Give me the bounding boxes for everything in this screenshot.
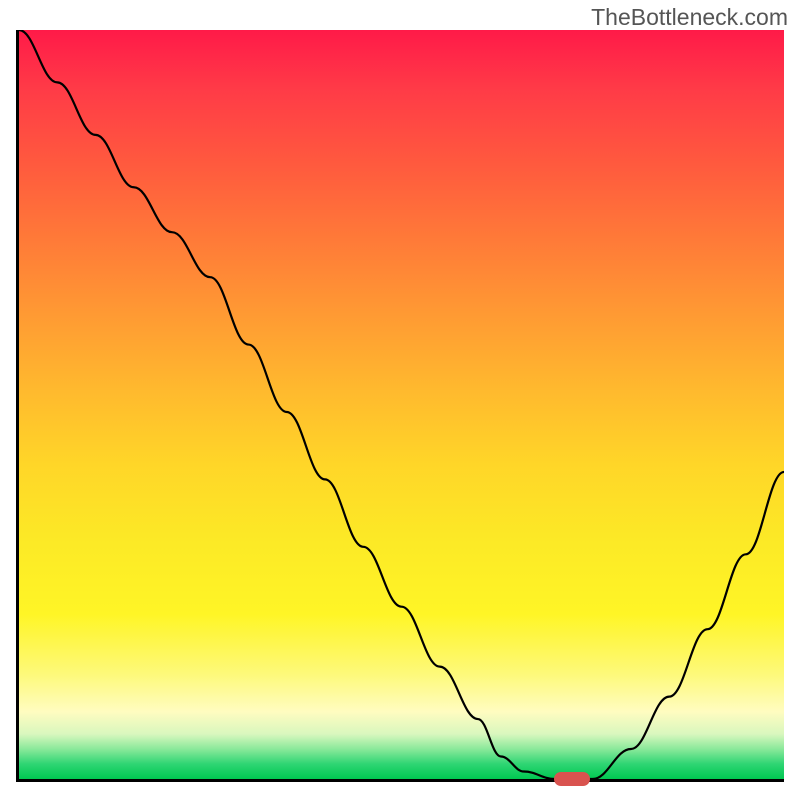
bottleneck-curve <box>19 30 784 779</box>
bottleneck-chart: TheBottleneck.com <box>0 0 800 800</box>
optimal-marker <box>554 772 590 786</box>
plot-area <box>16 30 784 782</box>
watermark-text: TheBottleneck.com <box>591 4 788 31</box>
curve-svg <box>19 30 784 779</box>
